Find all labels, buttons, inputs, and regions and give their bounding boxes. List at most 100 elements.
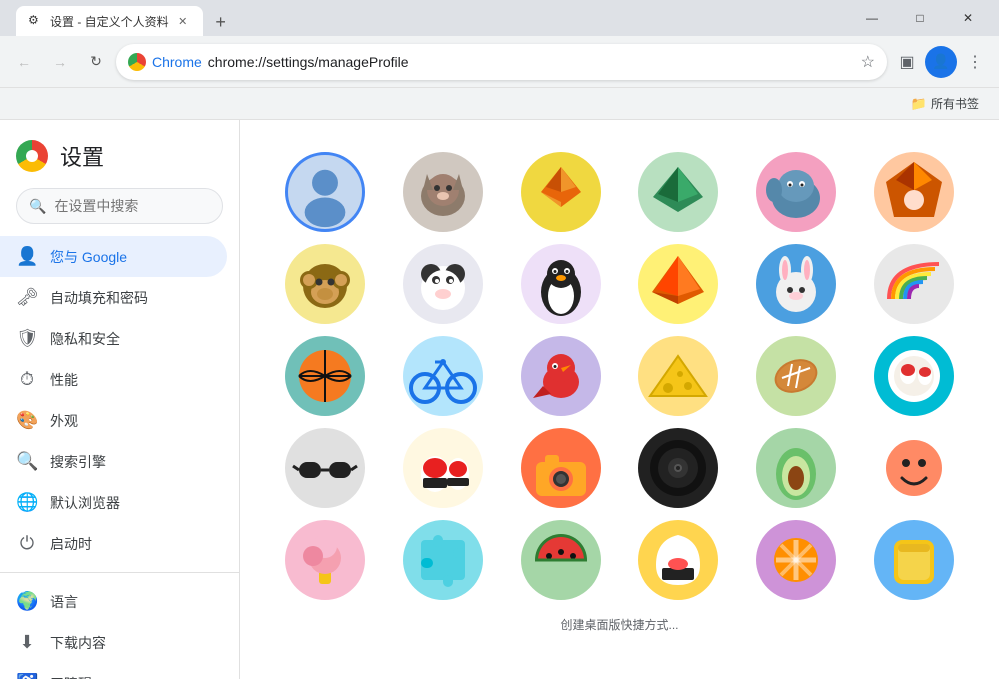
tab-label: 设置 - 自定义个人资料	[50, 13, 169, 30]
search-icon: 🔍	[29, 198, 46, 215]
avatar-candy[interactable]	[756, 520, 836, 600]
maximize-button[interactable]: □	[897, 0, 943, 36]
sidebar-label-search: 搜索引擎	[50, 452, 106, 472]
avatar-cat[interactable]	[403, 152, 483, 232]
sidebar-item-privacy[interactable]: 🛡 隐私和安全	[0, 318, 227, 359]
sidebar-item-accessibility[interactable]: ♿ 无障碍	[0, 663, 227, 679]
settings-sidebar: 设置 🔍 👤 您与 Google 🗝 自动填充和密码 🛡 隐私和安全 ⏱ 性能 …	[0, 120, 240, 679]
sidebar-label-browser: 默认浏览器	[50, 493, 120, 513]
avatar-riceball[interactable]	[638, 520, 718, 600]
avatar-sunglasses[interactable]	[285, 428, 365, 508]
settings-search-box[interactable]: 🔍	[16, 188, 223, 224]
tab-area: ⚙ 设置 - 自定义个人资料 ✕ +	[8, 0, 849, 36]
avatar-elephant[interactable]	[756, 152, 836, 232]
avatar-panda[interactable]	[403, 244, 483, 324]
window-controls: — □ ✕	[849, 0, 991, 36]
sidebar-item-search[interactable]: 🔍 搜索引擎	[0, 441, 227, 482]
sidebar-item-autofill[interactable]: 🗝 自动填充和密码	[0, 277, 227, 318]
sidebar-icon-google: 👤	[16, 246, 38, 267]
avatar-rainbow[interactable]	[874, 244, 954, 324]
sidebar-icon-privacy: 🛡	[16, 328, 38, 349]
tab-close-button[interactable]: ✕	[175, 13, 191, 29]
new-tab-button[interactable]: +	[207, 8, 235, 36]
bookmarks-bar: 📁 所有书签	[0, 88, 999, 120]
bookmark-star-icon[interactable]: ☆	[861, 52, 875, 72]
active-tab[interactable]: ⚙ 设置 - 自定义个人资料 ✕	[16, 6, 203, 36]
close-button[interactable]: ✕	[945, 0, 991, 36]
avatar-origami-crane[interactable]	[638, 152, 718, 232]
sidebar-icon-language: 🌍	[16, 591, 38, 612]
sidebar-item-language[interactable]: 🌍 语言	[0, 581, 227, 622]
sidebar-icon-accessibility: ♿	[16, 673, 38, 679]
address-lock-icon	[128, 53, 146, 71]
avatar-cheese[interactable]	[638, 336, 718, 416]
menu-button[interactable]: ⋮	[959, 46, 991, 78]
sidebar-item-downloads[interactable]: ⬇ 下载内容	[0, 622, 227, 663]
avatar-vinyl[interactable]	[638, 428, 718, 508]
forward-button[interactable]: →	[44, 46, 76, 78]
avatar-icecream[interactable]	[285, 520, 365, 600]
avatar-sushi-plate[interactable]	[874, 336, 954, 416]
toolbar-icons: ▣ 👤 ⋮	[891, 46, 991, 78]
chrome-logo	[16, 140, 48, 172]
sidebar-label-appearance: 外观	[50, 411, 78, 431]
address-bar[interactable]: Chrome chrome://settings/manageProfile ☆	[116, 44, 887, 80]
avatar-basketball[interactable]	[285, 336, 365, 416]
avatar-face-smile[interactable]	[874, 428, 954, 508]
bookmarks-folder[interactable]: 📁 所有书签	[903, 93, 987, 114]
back-button[interactable]: ←	[8, 46, 40, 78]
avatar-person[interactable]	[285, 152, 365, 232]
avatar-sushi[interactable]	[403, 428, 483, 508]
avatar-grid	[272, 144, 967, 608]
nav-divider-1	[0, 572, 239, 573]
avatar-toast[interactable]	[874, 520, 954, 600]
sidebar-icon-startup: ⏻	[16, 533, 38, 554]
avatar-avocado[interactable]	[756, 428, 836, 508]
settings-title: 设置	[60, 140, 104, 172]
avatar-penguin[interactable]	[521, 244, 601, 324]
address-url-text: chrome://settings/manageProfile	[208, 54, 855, 70]
sidebar-item-default-browser[interactable]: 🌐 默认浏览器	[0, 482, 227, 523]
avatar-bird-red[interactable]	[521, 336, 601, 416]
sidebar-label-startup: 启动时	[50, 534, 92, 554]
address-chrome-text: Chrome	[152, 54, 202, 70]
sidebar-icon-autofill: 🗝	[16, 287, 38, 308]
main-panel: 创建桌面版快捷方式...	[240, 120, 999, 679]
sidebar-item-startup[interactable]: ⏻ 启动时	[0, 523, 227, 564]
avatar-fox-orange[interactable]	[874, 152, 954, 232]
settings-header: 设置	[0, 128, 239, 180]
sidebar-icon-browser: 🌐	[16, 492, 38, 513]
titlebar: ⚙ 设置 - 自定义个人资料 ✕ + — □ ✕	[0, 0, 999, 36]
sidebar-icon-downloads: ⬇	[16, 632, 38, 653]
sidebar-icon-search: 🔍	[16, 451, 38, 472]
settings-search-input[interactable]	[54, 198, 235, 214]
avatar-watermelon[interactable]	[521, 520, 601, 600]
sidebar-label-accessibility: 无障碍	[50, 674, 92, 679]
sidebar-icon-performance: ⏱	[16, 369, 38, 390]
sidebar-item-appearance[interactable]: 🎨 外观	[0, 400, 227, 441]
browser-toolbar: ← → ↻ Chrome chrome://settings/managePro…	[0, 36, 999, 88]
hint-text: 创建桌面版快捷方式...	[272, 616, 967, 636]
cast-button[interactable]: ▣	[891, 46, 923, 78]
sidebar-icon-appearance: 🎨	[16, 410, 38, 431]
profile-button[interactable]: 👤	[925, 46, 957, 78]
avatar-puzzle[interactable]	[403, 520, 483, 600]
avatar-bicycle[interactable]	[403, 336, 483, 416]
avatar-bird-origami[interactable]	[638, 244, 718, 324]
avatar-camera[interactable]	[521, 428, 601, 508]
chrome-logo-small	[128, 53, 146, 71]
refresh-button[interactable]: ↻	[80, 46, 112, 78]
avatar-football[interactable]	[756, 336, 836, 416]
sidebar-item-google[interactable]: 👤 您与 Google	[0, 236, 227, 277]
minimize-button[interactable]: —	[849, 0, 895, 36]
avatar-monkey[interactable]	[285, 244, 365, 324]
sidebar-label-language: 语言	[50, 592, 78, 612]
avatar-rabbit[interactable]	[756, 244, 836, 324]
sidebar-label-autofill: 自动填充和密码	[50, 288, 148, 308]
sidebar-item-performance[interactable]: ⏱ 性能	[0, 359, 227, 400]
sidebar-label-performance: 性能	[50, 370, 78, 390]
avatar-origami-fox[interactable]	[521, 152, 601, 232]
bookmarks-label: 所有书签	[931, 95, 979, 112]
avatar-scroll-area: 创建桌面版快捷方式...	[240, 120, 999, 679]
folder-icon: 📁	[911, 96, 927, 112]
